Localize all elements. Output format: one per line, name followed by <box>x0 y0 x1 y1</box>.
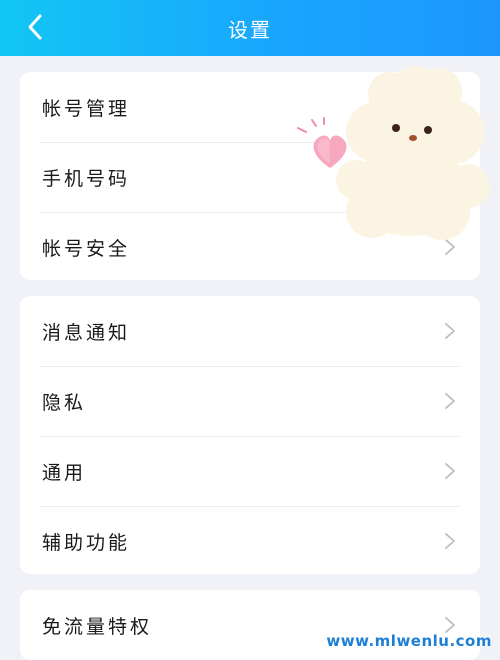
watermark-text: www.mlwenlu.com <box>326 632 492 650</box>
chevron-right-icon <box>445 239 455 255</box>
settings-item-general[interactable]: 通用 <box>20 436 480 506</box>
settings-item-notifications[interactable]: 消息通知 <box>20 296 480 366</box>
settings-item-account-management[interactable]: 帐号管理 <box>20 72 480 142</box>
settings-item-label: 辅助功能 <box>42 532 131 554</box>
settings-item-label: 免流量特权 <box>42 616 153 638</box>
settings-item-label: 隐私 <box>42 392 87 414</box>
settings-item-label: 手机号码 <box>42 168 131 190</box>
settings-item-label: 消息通知 <box>42 322 131 344</box>
title-bar: 设置 <box>0 0 500 56</box>
settings-item-label: 通用 <box>42 462 87 484</box>
settings-item-account-security[interactable]: 帐号安全 <box>20 212 480 280</box>
chevron-right-icon <box>445 393 455 409</box>
settings-group-account: 帐号管理 手机号码 帐号安全 <box>20 72 480 280</box>
chevron-right-icon <box>445 463 455 479</box>
settings-item-phone-number[interactable]: 手机号码 <box>20 142 480 212</box>
settings-item-label: 帐号安全 <box>42 238 131 260</box>
page-title: 设置 <box>228 18 272 42</box>
settings-item-label: 帐号管理 <box>42 98 131 120</box>
chevron-right-icon <box>445 533 455 549</box>
settings-group-general: 消息通知 隐私 通用 辅助功能 <box>20 296 480 574</box>
settings-item-accessibility[interactable]: 辅助功能 <box>20 506 480 574</box>
chevron-right-icon <box>445 323 455 339</box>
settings-item-privacy[interactable]: 隐私 <box>20 366 480 436</box>
